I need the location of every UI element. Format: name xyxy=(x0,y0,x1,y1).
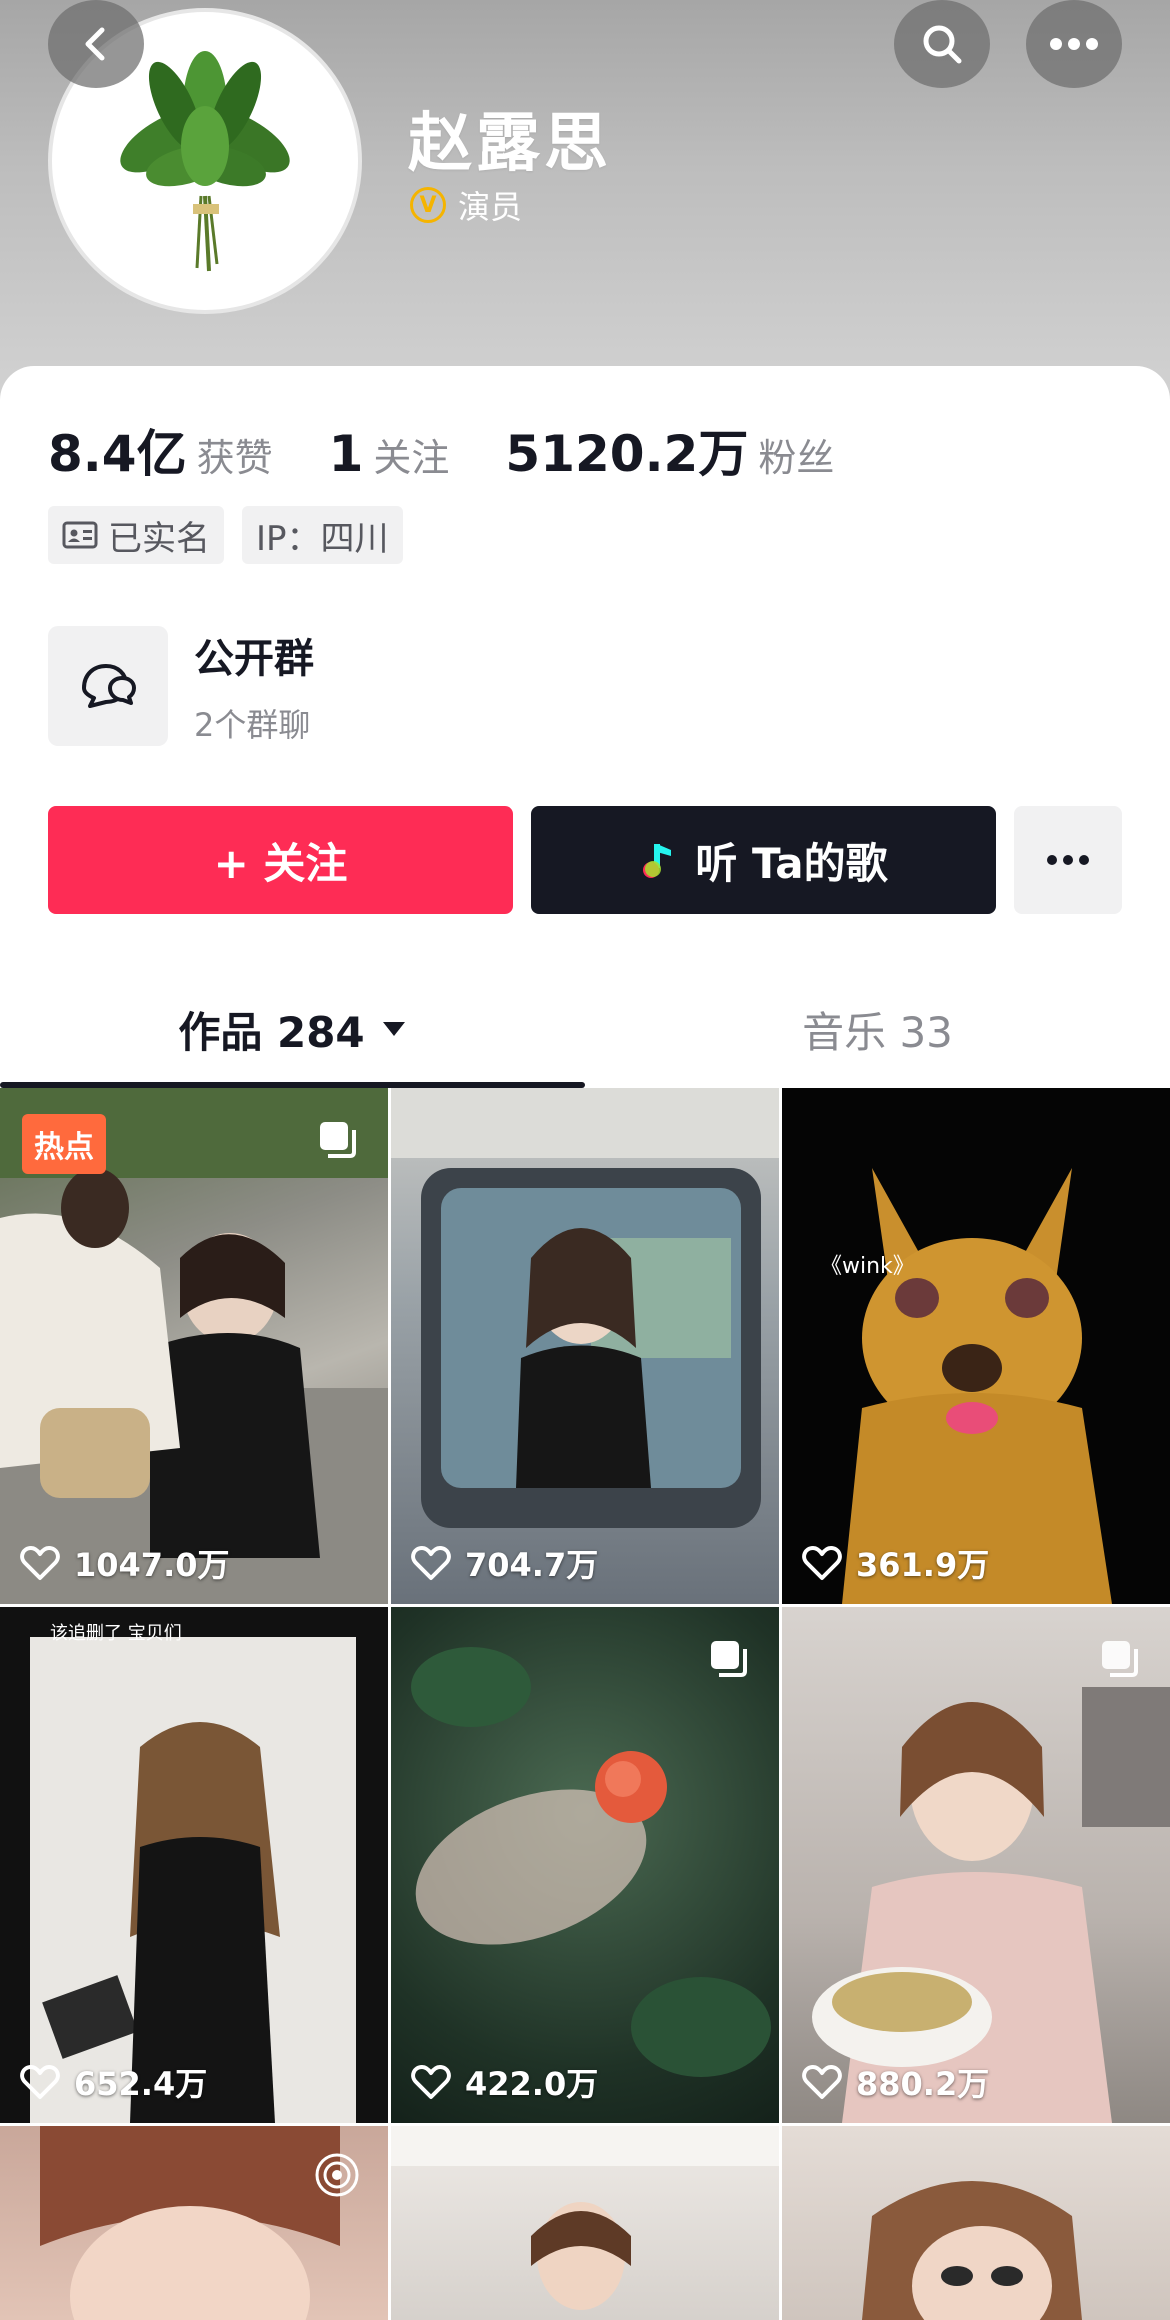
follow-button[interactable]: + 关注 xyxy=(48,806,513,914)
like-count-value: 652.4万 xyxy=(74,2065,208,2103)
group-chat-icon xyxy=(48,626,168,746)
heart-outline-icon xyxy=(411,2065,451,2099)
tab-music-label: 音乐 33 xyxy=(802,1007,953,1057)
info-chips: 已实名 IP：四川 xyxy=(48,506,403,564)
like-count: 652.4万 xyxy=(20,2059,207,2105)
like-count: 704.7万 xyxy=(411,1540,598,1586)
video-caption: 该追删了 宝贝们 xyxy=(50,1623,182,1644)
thumbnail-image xyxy=(812,1687,1170,2123)
hot-badge: 热点 xyxy=(22,1114,106,1174)
listen-songs-button[interactable]: 听 Ta的歌 xyxy=(531,806,996,914)
likes-count[interactable]: 8.4亿 xyxy=(48,414,187,486)
caret-down-icon xyxy=(382,1022,405,1036)
following-count[interactable]: 1 xyxy=(329,425,364,483)
multi-image-icon xyxy=(1102,1641,1138,1677)
video-thumbnail[interactable] xyxy=(782,2126,1170,2320)
heart-outline-icon xyxy=(20,1546,60,1580)
plant-bouquet-image xyxy=(120,51,290,272)
group-title: 公开群 xyxy=(194,636,314,682)
ip-location-chip: IP：四川 xyxy=(242,506,403,564)
like-count-value: 361.9万 xyxy=(856,1546,990,1584)
tab-works-label: 作品 284 xyxy=(178,1007,365,1057)
like-count: 361.9万 xyxy=(802,1540,989,1586)
like-count-value: 422.0万 xyxy=(465,2065,599,2103)
like-count: 1047.0万 xyxy=(20,1540,230,1586)
thumbnail-image xyxy=(391,2126,779,2310)
following-label: 关注 xyxy=(373,436,450,480)
heart-outline-icon xyxy=(20,2065,60,2099)
thumbnail-image xyxy=(30,1637,356,2123)
like-count: 422.0万 xyxy=(411,2059,598,2105)
real-name-label: 已实名 xyxy=(108,518,210,559)
followers-count[interactable]: 5120.2万 xyxy=(505,414,748,486)
heart-outline-icon xyxy=(411,1546,451,1580)
video-thumbnail[interactable] xyxy=(391,2126,779,2320)
chevron-left-icon xyxy=(85,27,105,61)
listen-songs-label: 听 Ta的歌 xyxy=(695,838,888,888)
content-tabs: 作品 284 音乐 33 xyxy=(0,966,1170,1092)
video-thumbnail[interactable]: 704.7万 xyxy=(391,1088,779,1604)
thumbnail-image xyxy=(842,1168,1112,1604)
likes-label: 获赞 xyxy=(196,436,273,480)
multi-image-icon xyxy=(320,1122,356,1158)
video-thumbnail[interactable]: 880.2万 xyxy=(782,1607,1170,2123)
video-thumbnail[interactable]: 422.0万 xyxy=(391,1607,779,2123)
thumbnail-image xyxy=(862,2181,1082,2320)
more-dots-icon xyxy=(1047,855,1089,865)
tab-music[interactable]: 音乐 33 xyxy=(585,966,1170,1092)
like-count-value: 880.2万 xyxy=(856,2065,990,2103)
group-subtitle: 2个群聊 xyxy=(194,706,311,744)
more-options-button[interactable] xyxy=(1026,0,1122,88)
thumbnail-image xyxy=(411,1647,771,2077)
like-count: 880.2万 xyxy=(802,2059,989,2105)
action-buttons: + 关注 听 Ta的歌 xyxy=(48,806,1122,914)
heart-outline-icon xyxy=(802,1546,842,1580)
back-button[interactable] xyxy=(48,0,144,88)
verified-badge-icon: V xyxy=(410,187,446,223)
like-count-value: 1047.0万 xyxy=(74,1546,230,1584)
like-count-value: 704.7万 xyxy=(465,1546,599,1584)
stats-row: 8.4亿 获赞 1 关注 5120.2万 粉丝 xyxy=(48,414,834,486)
heart-outline-icon xyxy=(802,2065,842,2099)
profile-name: 赵露思 xyxy=(408,107,612,181)
music-note-icon xyxy=(643,844,672,878)
live-ring-icon xyxy=(315,2153,359,2197)
video-caption: 《wink》 xyxy=(820,1254,915,1279)
more-dots-icon xyxy=(1050,38,1098,50)
search-button[interactable] xyxy=(894,0,990,88)
more-actions-button[interactable] xyxy=(1014,806,1122,914)
search-icon xyxy=(923,25,962,64)
video-thumbnail[interactable]: 《wink》 361.9万 xyxy=(782,1088,1170,1604)
verified-label: 演员 xyxy=(458,188,523,226)
thumbnail-image xyxy=(391,1088,779,1528)
id-card-icon xyxy=(62,521,98,549)
video-thumbnail[interactable] xyxy=(0,2126,388,2320)
video-thumbnail[interactable]: 热点 1047.0万 xyxy=(0,1088,388,1604)
video-thumbnail[interactable]: 该追删了 宝贝们 652.4万 xyxy=(0,1607,388,2123)
profile-header: 赵露思 V 演员 xyxy=(0,0,1170,420)
followers-label: 粉丝 xyxy=(758,436,835,480)
verified-row: V 演员 xyxy=(410,182,522,228)
real-name-chip[interactable]: 已实名 xyxy=(48,506,224,564)
public-group-entry[interactable]: 公开群 2个群聊 xyxy=(48,626,314,746)
ip-location-label: IP：四川 xyxy=(256,518,389,559)
tab-works[interactable]: 作品 284 xyxy=(0,966,585,1092)
multi-image-icon xyxy=(711,1641,747,1677)
